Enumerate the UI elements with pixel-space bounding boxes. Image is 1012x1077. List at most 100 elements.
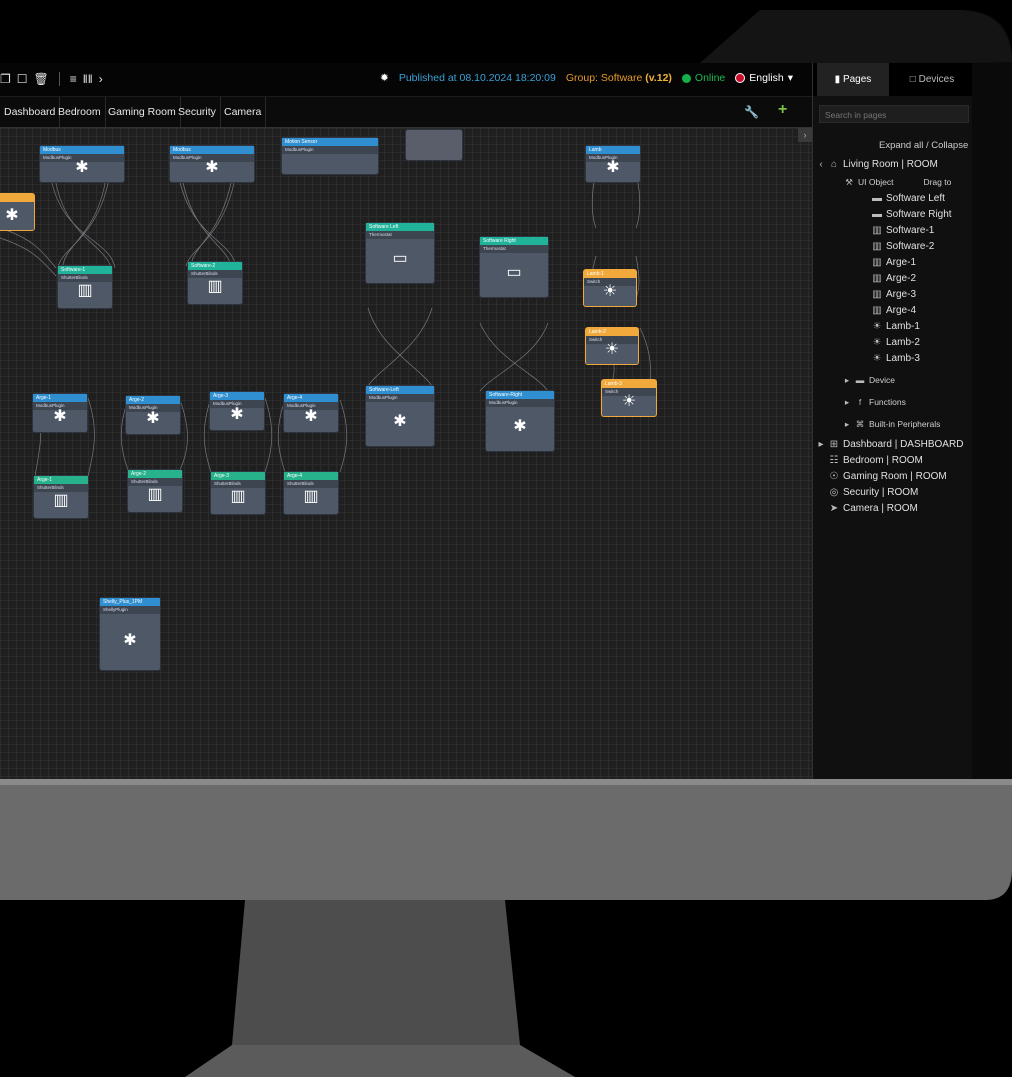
node-motion-sensor[interactable]: Motion Sensor ModbusPlugin	[282, 138, 378, 174]
wrench-icon[interactable]: 🔧	[744, 105, 759, 119]
drag-hint: Drag to	[923, 177, 952, 187]
flag-icon	[735, 73, 746, 83]
tree-item-label: Arge-4	[886, 305, 917, 316]
node-title: Arge-2	[126, 396, 180, 404]
tree-page-security[interactable]: ◎ Security | ROOM	[828, 487, 919, 498]
chevron-right-icon[interactable]: ›	[99, 72, 103, 86]
trash-icon[interactable]: 🗑	[34, 72, 49, 86]
node-lamb[interactable]: Lamb ModbusPlugin ✱	[586, 146, 640, 182]
expand-collapse-links[interactable]: Expand all / Collapse	[879, 140, 968, 151]
tree-item[interactable]: ▬ Software Left	[871, 193, 945, 204]
blinds-icon: ▥	[872, 273, 882, 284]
node-software-1[interactable]: Software-1 ShutterBlinds ▥	[58, 266, 112, 308]
caret-right-icon: ▸	[844, 375, 850, 385]
search-pages-input[interactable]: Search in pages	[819, 105, 969, 123]
node-software-right[interactable]: Software Right Thermostat ▭	[480, 237, 548, 297]
language-label: English	[749, 72, 784, 84]
node-arge-1-modbus[interactable]: Arge-1 ModbusPlugin ✱	[33, 394, 87, 432]
caret-right-icon: ▸	[844, 419, 850, 429]
blinds-icon: ▥	[147, 486, 163, 504]
node-title: Arge-4	[284, 394, 338, 402]
node-arge-3-blinds[interactable]: Arge-3 ShutterBlinds ▥	[211, 472, 265, 514]
tree-item[interactable]: ☀ Lamb-3	[871, 353, 920, 364]
node-arge-2-modbus[interactable]: Arge-2 ModbusPlugin ✱	[126, 396, 180, 434]
add-page-button[interactable]: +	[778, 101, 787, 119]
blinds-icon: ▥	[872, 289, 882, 300]
tab-bedroom[interactable]: Bedroom	[54, 97, 106, 127]
paste-icon[interactable]: ☐	[17, 72, 28, 86]
node-software-right-modbus[interactable]: Software-Right ModbusPlugin ✱	[486, 391, 554, 451]
node-modbus-2[interactable]: Modbus ModbusPlugin ✱	[170, 146, 254, 182]
tree-page-gaming-room[interactable]: ☉ Gaming Room | ROOM	[828, 471, 947, 482]
node-modbus[interactable]: Modbus ModbusPlugin ✱	[40, 146, 124, 182]
tab-security[interactable]: Security	[174, 97, 221, 127]
align-icon[interactable]: ≡	[70, 72, 77, 86]
tree-ui-object[interactable]: ⚒ UI Object Drag to	[843, 177, 951, 188]
blinds-icon: ▥	[872, 305, 882, 316]
node-shelly[interactable]: Shelly_Plus_1PM ShellyPlugin ✱	[100, 598, 160, 670]
node-title-bar	[0, 194, 34, 202]
tree-item[interactable]: ▥ Arge-4	[871, 305, 916, 316]
right-sidebar: ▮ Pages □ Devices Search in pages Expand…	[812, 63, 972, 779]
tree-living-room[interactable]: ‹ ⌂ Living Room | ROOM	[817, 159, 938, 170]
tab-dashboard[interactable]: Dashboard	[0, 97, 61, 127]
node-type: Thermostat	[366, 231, 434, 239]
node-title: Arge-3	[210, 392, 264, 400]
tree-item[interactable]: ▬ Software Right	[871, 209, 952, 220]
tree-item[interactable]: ▥ Arge-1	[871, 257, 916, 268]
node-software-left-modbus[interactable]: Software-Left ModbusPlugin ✱	[366, 386, 434, 446]
page-tabs: Dashboard Bedroom Gaming Room Security C…	[0, 97, 812, 128]
tab-pages[interactable]: ▮ Pages	[817, 63, 889, 96]
tree-builtin[interactable]: ▸ ⌘ Built-in Peripherals	[843, 419, 940, 430]
node-canvas[interactable]: › Modbus ModbusPlugin ✱ Modbus ModbusPlu…	[0, 128, 812, 779]
node-software-2[interactable]: Software-2 ShutterBlinds ▥	[188, 262, 242, 304]
tree-page-label: Gaming Room | ROOM	[843, 471, 947, 482]
tab-devices[interactable]: □ Devices	[895, 63, 969, 96]
node-arge-1-blinds[interactable]: Arge-1 ShutterBlinds ▥	[34, 476, 88, 518]
tab-gaming-room[interactable]: Gaming Room	[104, 97, 181, 127]
node-arge-4-modbus[interactable]: Arge-4 ModbusPlugin ✱	[284, 394, 338, 432]
node-lamb-1[interactable]: Lamb-1 Switch ☀	[584, 270, 636, 306]
tab-camera[interactable]: Camera	[220, 97, 267, 127]
node-lamb-3[interactable]: Lamb-3 Switch ☀	[602, 380, 656, 416]
node-arge-2-blinds[interactable]: Arge-2 ShutterBlinds ▥	[128, 470, 182, 512]
copy-icon[interactable]: ❐	[0, 72, 11, 86]
tree-page-dashboard[interactable]: ▸ ⊞ Dashboard | DASHBOARD	[817, 439, 963, 450]
plug-icon: ⌘	[855, 419, 865, 429]
node-unnamed-device[interactable]	[406, 130, 462, 160]
tree-item-label: Arge-1	[886, 257, 917, 268]
tree-page-camera[interactable]: ➤ Camera | ROOM	[828, 503, 918, 514]
tree-item[interactable]: ☀ Lamb-2	[871, 337, 920, 348]
app-screen: ❐ ☐ 🗑 ≡ ‖‖ › ✹ Published at 08.10.2024 1…	[0, 63, 972, 779]
node-arge-4-blinds[interactable]: Arge-4 ShutterBlinds ▥	[284, 472, 338, 514]
node-title: Lamb-3	[602, 380, 656, 388]
language-select[interactable]: English ▾	[735, 72, 793, 84]
node-partial[interactable]: ✱	[0, 194, 34, 230]
device-icon: ▬	[855, 375, 865, 385]
thermostat-icon: ▬	[872, 209, 882, 220]
collapse-sidebar-button[interactable]: ›	[798, 128, 812, 142]
node-title: Lamb	[586, 146, 640, 154]
blinds-icon: ▥	[53, 492, 69, 510]
distribute-icon[interactable]: ‖‖	[83, 72, 93, 86]
node-lamb-2[interactable]: Lamb-2 Switch ☀	[586, 328, 638, 364]
gear-icon: ✱	[75, 158, 89, 176]
dashboard-icon: ⊞	[829, 439, 839, 450]
tree-item[interactable]: ▥ Arge-2	[871, 273, 916, 284]
tree-item[interactable]: ▥ Software-1	[871, 225, 934, 236]
bug-icon[interactable]: ✹	[380, 72, 389, 84]
node-software-left[interactable]: Software Left Thermostat ▭	[366, 223, 434, 283]
tree-device[interactable]: ▸ ▬ Device	[843, 375, 895, 386]
tree-item[interactable]: ▥ Arge-3	[871, 289, 916, 300]
node-title: Shelly_Plus_1PM	[100, 598, 160, 606]
caret-right-icon: ▸	[844, 397, 850, 407]
node-arge-3-modbus[interactable]: Arge-3 ModbusPlugin ✱	[210, 392, 264, 430]
tree-page-bedroom[interactable]: ☷ Bedroom | ROOM	[828, 455, 923, 466]
tree-functions[interactable]: ▸ f Functions	[843, 397, 906, 408]
tree-item[interactable]: ☀ Lamb-1	[871, 321, 920, 332]
gear-icon: ✱	[304, 408, 318, 426]
tree-item[interactable]: ▥ Software-2	[871, 241, 934, 252]
online-dot-icon	[681, 73, 691, 83]
device-icon: □	[909, 74, 919, 85]
blinds-icon: ▥	[207, 278, 223, 296]
